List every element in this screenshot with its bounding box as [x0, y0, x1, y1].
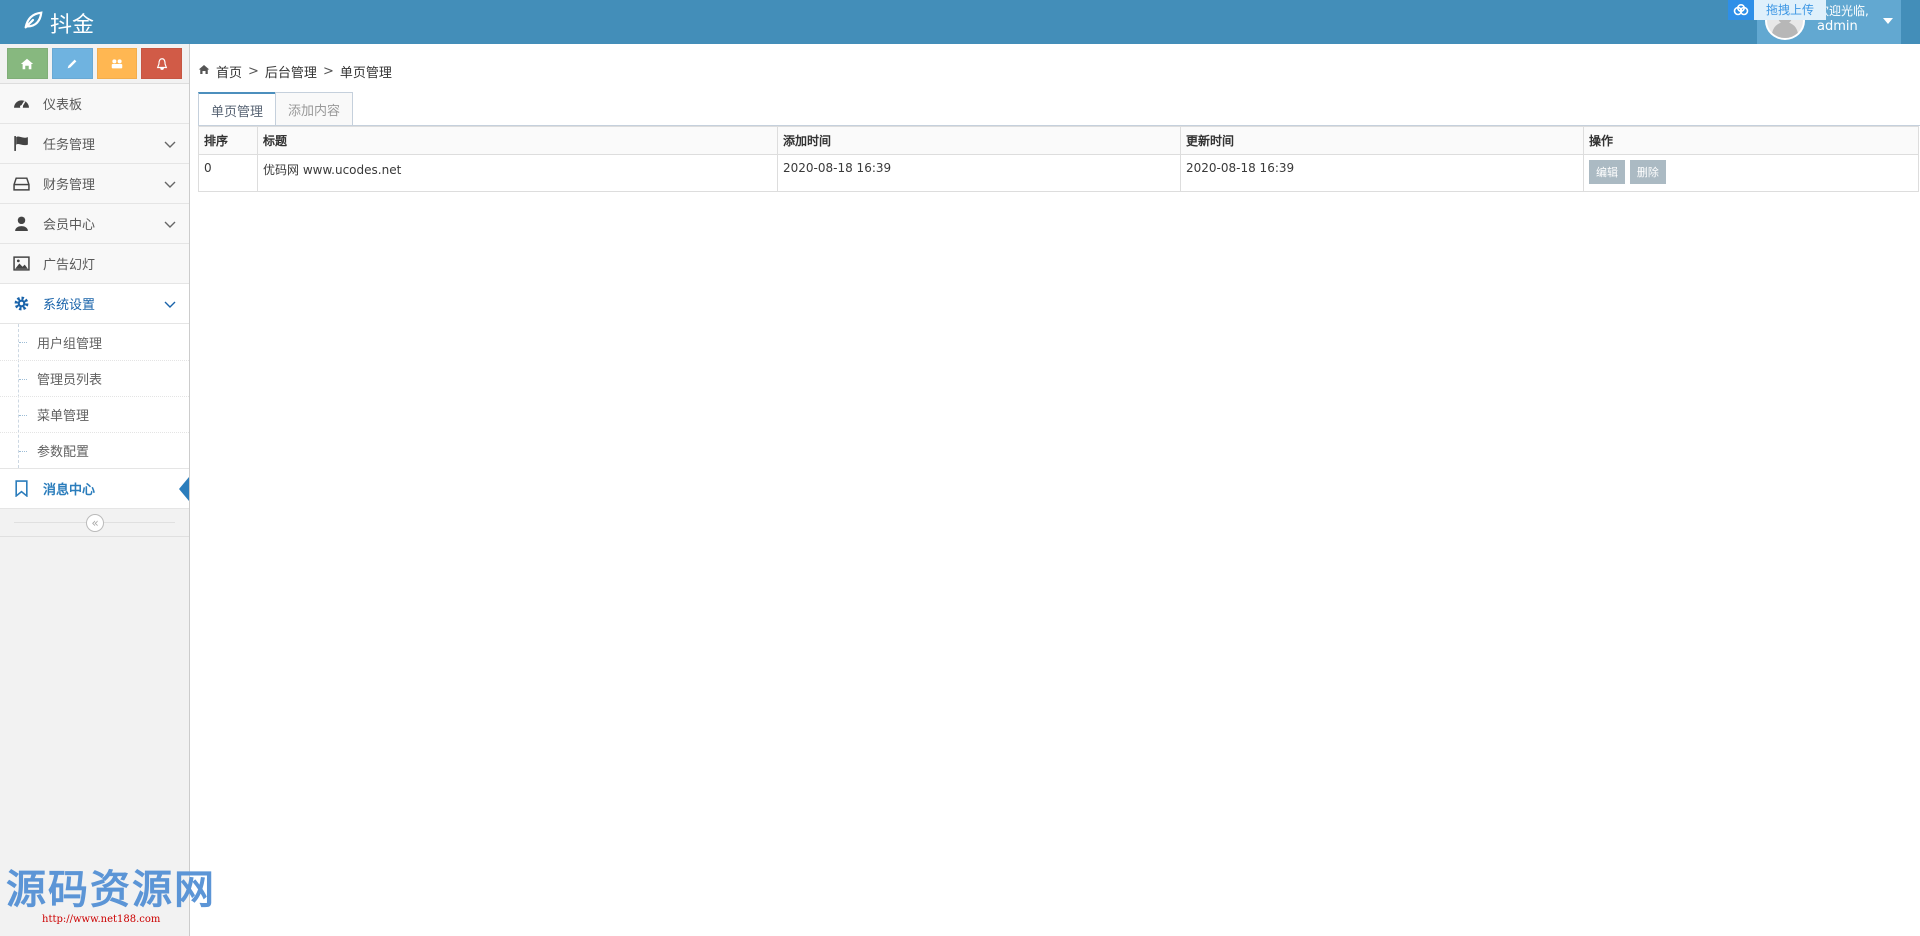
breadcrumb: 首页 > 后台管理 > 单页管理	[198, 62, 392, 81]
sidebar-item-ads[interactable]: 广告幻灯	[0, 244, 189, 284]
bell-icon	[156, 57, 167, 70]
watermark-logo: 源码资源网	[6, 867, 216, 913]
sidebar-item-label: 任务管理	[43, 138, 96, 153]
cell-updated: 2020-08-18 16:39	[1180, 154, 1584, 192]
cloud-icon	[1728, 0, 1754, 20]
breadcrumb-level1[interactable]: 后台管理	[265, 62, 317, 81]
cell-actions: 编辑 删除	[1583, 154, 1919, 192]
chevron-down-icon	[164, 138, 176, 153]
sidebar-item-label: 财务管理	[43, 178, 96, 193]
sidebar-item-settings[interactable]: 系统设置	[0, 284, 189, 324]
sidebar-item-members[interactable]: 会员中心	[0, 204, 189, 244]
column-header-title: 标题	[257, 126, 778, 155]
column-header-created: 添加时间	[777, 126, 1181, 155]
shortcut-notify-button[interactable]	[141, 48, 182, 79]
column-header-sort: 排序	[198, 126, 258, 155]
sidebar-item-label: 消息中心	[43, 483, 96, 498]
chevron-down-icon	[164, 178, 176, 193]
sidebar-subitem-menus[interactable]: 菜单管理	[0, 396, 189, 432]
breadcrumb-level2: 单页管理	[339, 66, 392, 81]
table-panel: 排序 标题 添加时间 更新时间 操作 0 优码网 www.ucodes.net …	[198, 125, 1920, 192]
pencil-icon	[67, 59, 77, 68]
cell-sort: 0	[198, 154, 258, 192]
sidebar-item-messages[interactable]: 消息中心	[0, 469, 189, 509]
sidebar: 仪表板 任务管理 财务管理 会员中心 广告幻灯 系统设置 用户组管理 管理员列表…	[0, 44, 190, 936]
cog-icon	[11, 294, 31, 314]
sidebar-item-label: 仪表板	[43, 98, 83, 113]
tab-bar: 单页管理 添加内容	[198, 92, 354, 127]
shortcut-edit-button[interactable]	[51, 48, 93, 79]
sidebar-item-label: 广告幻灯	[43, 258, 96, 273]
sidebar-item-finance[interactable]: 财务管理	[0, 164, 189, 204]
table-header-row: 排序 标题 添加时间 更新时间 操作	[198, 126, 1919, 155]
chevron-down-icon	[164, 218, 176, 233]
bookmark-icon	[11, 479, 31, 499]
column-header-updated: 更新时间	[1180, 126, 1584, 155]
edit-button[interactable]: 编辑	[1589, 160, 1625, 184]
brand-name: 抖金	[50, 13, 95, 38]
tab-page-management[interactable]: 单页管理	[198, 92, 277, 127]
breadcrumb-home-link[interactable]: 首页	[216, 62, 242, 81]
sidebar-item-label: 系统设置	[43, 298, 96, 313]
home-icon	[21, 58, 34, 69]
sidebar-item-tasks[interactable]: 任务管理	[0, 124, 189, 164]
picture-icon	[11, 254, 31, 274]
sidebar-subitem-params[interactable]: 参数配置	[0, 432, 189, 468]
home-icon	[198, 64, 210, 79]
user-icon	[11, 214, 31, 234]
dashboard-icon	[11, 94, 31, 114]
users-icon	[111, 58, 123, 68]
drag-upload-widget[interactable]: 拖拽上传	[1728, 0, 1827, 20]
breadcrumb-separator: >	[322, 64, 334, 79]
cell-title: 优码网 www.ucodes.net	[257, 154, 778, 192]
sidebar-subitem-usergroups[interactable]: 用户组管理	[0, 324, 189, 360]
breadcrumb-separator: >	[248, 64, 259, 79]
settings-submenu: 用户组管理 管理员列表 菜单管理 参数配置	[0, 324, 189, 469]
flag-icon	[11, 134, 31, 154]
main-content: 首页 > 后台管理 > 单页管理 单页管理 添加内容 排序 标题 添加时间 更新…	[191, 44, 1920, 936]
shortcut-home-button[interactable]	[7, 48, 48, 79]
sidebar-item-label: 会员中心	[43, 218, 96, 233]
table-row: 0 优码网 www.ucodes.net 2020-08-18 16:39 20…	[198, 154, 1919, 192]
pages-table: 排序 标题 添加时间 更新时间 操作 0 优码网 www.ucodes.net …	[198, 126, 1919, 192]
chevron-down-icon	[164, 298, 176, 313]
caret-down-icon	[1883, 18, 1893, 24]
sidebar-subitem-admins[interactable]: 管理员列表	[0, 360, 189, 396]
double-chevron-left-icon[interactable]: «	[86, 514, 104, 532]
shortcut-users-button[interactable]	[96, 48, 138, 79]
cell-created: 2020-08-18 16:39	[777, 154, 1181, 192]
sidebar-collapse-row: «	[0, 509, 189, 537]
sidebar-item-dashboard[interactable]: 仪表板	[0, 84, 189, 124]
shortcut-bar	[0, 44, 189, 84]
drag-upload-button[interactable]: 拖拽上传	[1754, 0, 1827, 20]
top-navbar: 抖金 欢迎光临, admin 拖拽上传	[0, 0, 1920, 44]
leaf-icon	[22, 9, 44, 37]
column-header-actions: 操作	[1583, 126, 1919, 155]
delete-button[interactable]: 删除	[1629, 160, 1666, 184]
hdd-icon	[11, 174, 31, 194]
watermark-url: http://www.net188.com	[42, 914, 161, 925]
username: admin	[1817, 19, 1858, 34]
brand[interactable]: 抖金	[22, 7, 94, 39]
tab-add-content[interactable]: 添加内容	[275, 92, 354, 126]
